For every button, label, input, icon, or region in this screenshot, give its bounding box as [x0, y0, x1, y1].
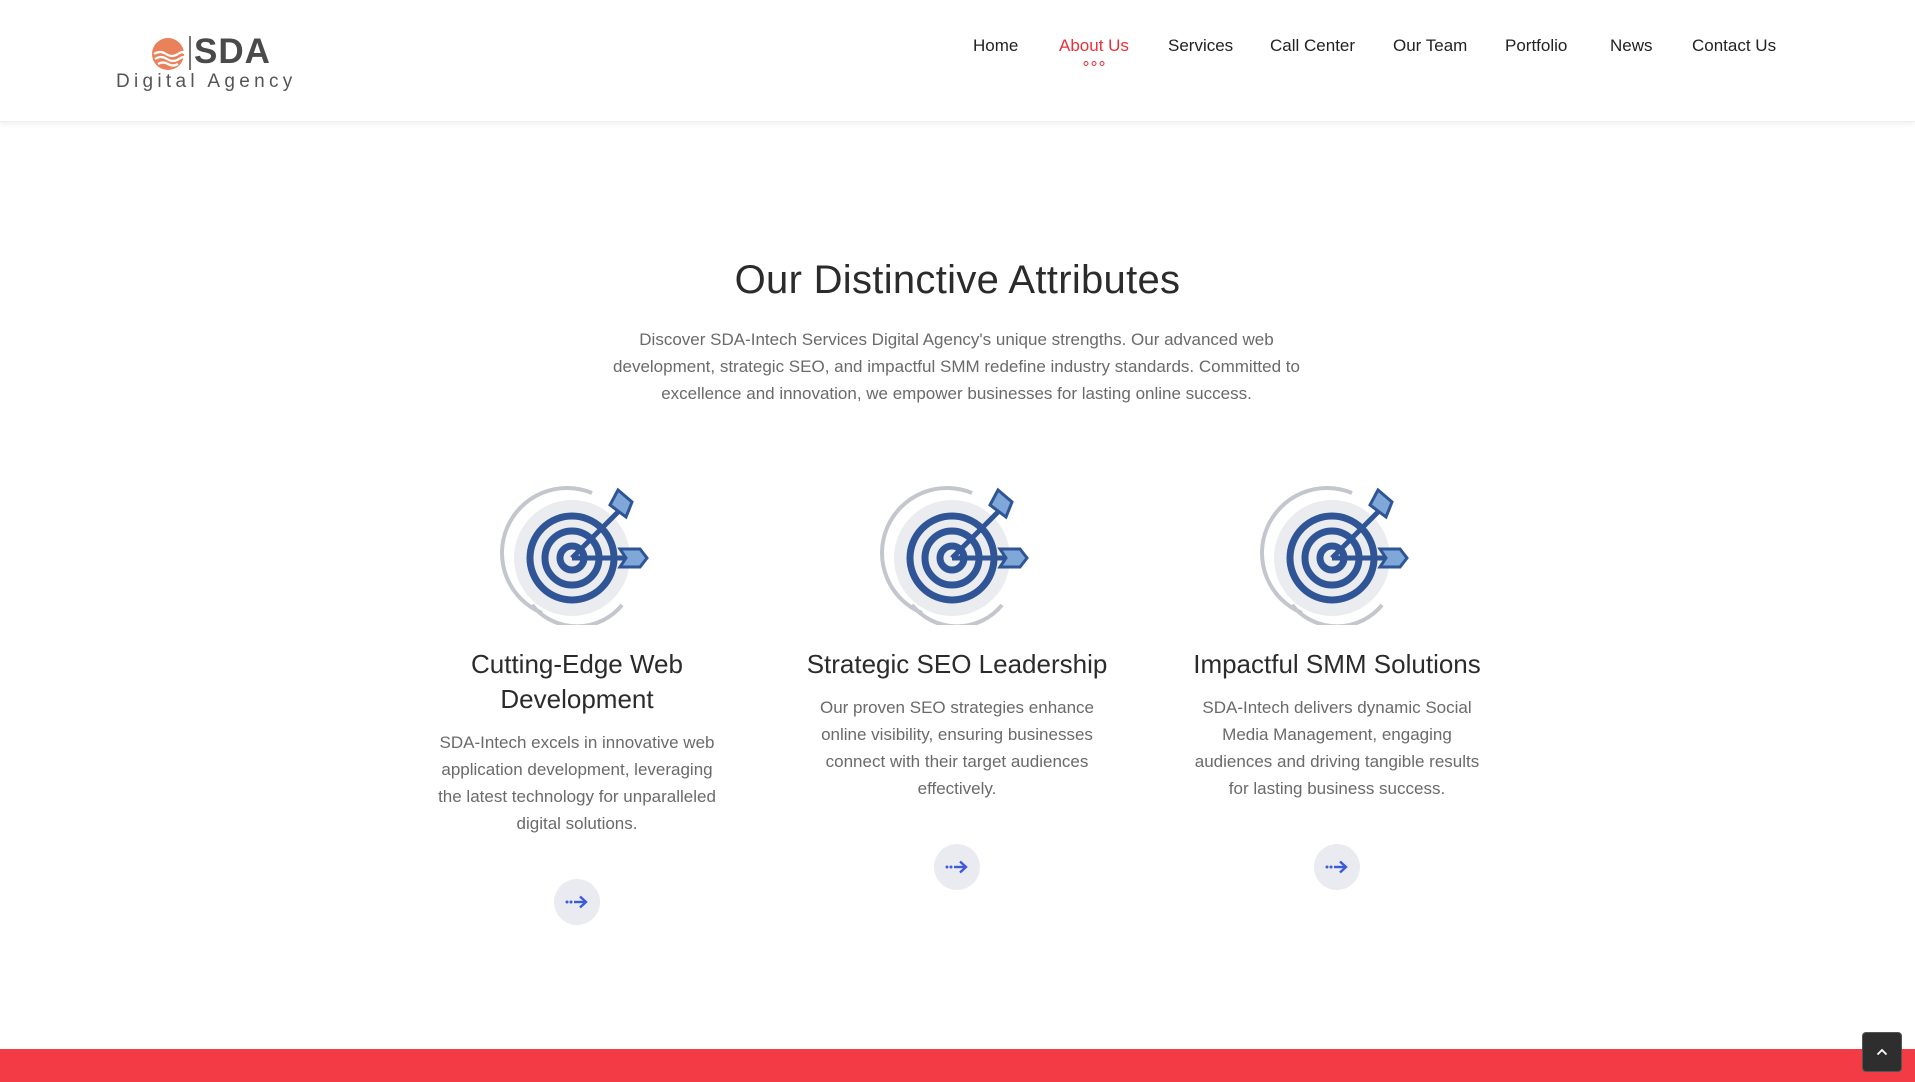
read-more-button[interactable]: [934, 844, 980, 890]
logo-tagline: Digital Agency: [116, 71, 297, 92]
nav-item-news[interactable]: News: [1610, 34, 1653, 58]
nav-item-portfolio[interactable]: Portfolio: [1505, 34, 1567, 58]
read-more-button[interactable]: [1314, 844, 1360, 890]
feature-card-seo-leadership: Strategic SEO Leadership Our proven SEO …: [802, 485, 1112, 890]
feature-card-smm-solutions: Impactful SMM Solutions SDA-Intech deliv…: [1182, 485, 1492, 890]
card-text: SDA-Intech excels in innovative web appl…: [438, 733, 716, 833]
site-header: SDA Digital Agency Home About Us Service…: [0, 0, 1915, 122]
active-indicator: [1083, 61, 1105, 66]
nav-item-about-us[interactable]: About Us: [1059, 34, 1129, 66]
sun-waves-icon: [152, 38, 185, 70]
section-title: Our Distinctive Attributes: [734, 258, 1181, 302]
card-title: Strategic SEO Leadership: [806, 649, 1108, 679]
section-description: Discover SDA-Intech Services Digital Age…: [613, 330, 1300, 403]
card-text: Our proven SEO strategies enhance online…: [819, 698, 1095, 798]
nav-item-home[interactable]: Home: [973, 34, 1018, 58]
target-arrow-icon: [1252, 485, 1422, 629]
chevron-up-icon: [1876, 1048, 1888, 1056]
dotted-arrow-right-icon: [945, 860, 968, 874]
feature-card-web-development: Cutting-Edge Web Development SDA-Intech …: [422, 485, 732, 925]
footer-bar: [0, 1049, 1915, 1082]
read-more-button[interactable]: [554, 879, 600, 925]
card-text: SDA-Intech delivers dynamic Social Media…: [1194, 698, 1480, 798]
logo-brand: SDA: [194, 32, 271, 71]
nav-item-call-center[interactable]: Call Center: [1270, 34, 1355, 58]
nav-item-label: About Us: [1059, 36, 1129, 55]
dotted-arrow-right-icon: [1325, 860, 1348, 874]
target-arrow-icon: [872, 485, 1042, 629]
card-title: Cutting-Edge Web Development: [471, 649, 683, 714]
scroll-to-top-button[interactable]: [1862, 1032, 1902, 1072]
logo[interactable]: SDA Digital Agency: [116, 32, 306, 94]
nav-item-our-team[interactable]: Our Team: [1393, 34, 1467, 58]
dotted-arrow-right-icon: [565, 895, 588, 909]
nav-item-contact-us[interactable]: Contact Us: [1692, 34, 1776, 58]
target-arrow-icon: [492, 485, 662, 629]
logo-divider: [189, 36, 191, 70]
nav-item-services[interactable]: Services: [1168, 34, 1233, 58]
card-title: Impactful SMM Solutions: [1193, 649, 1481, 679]
